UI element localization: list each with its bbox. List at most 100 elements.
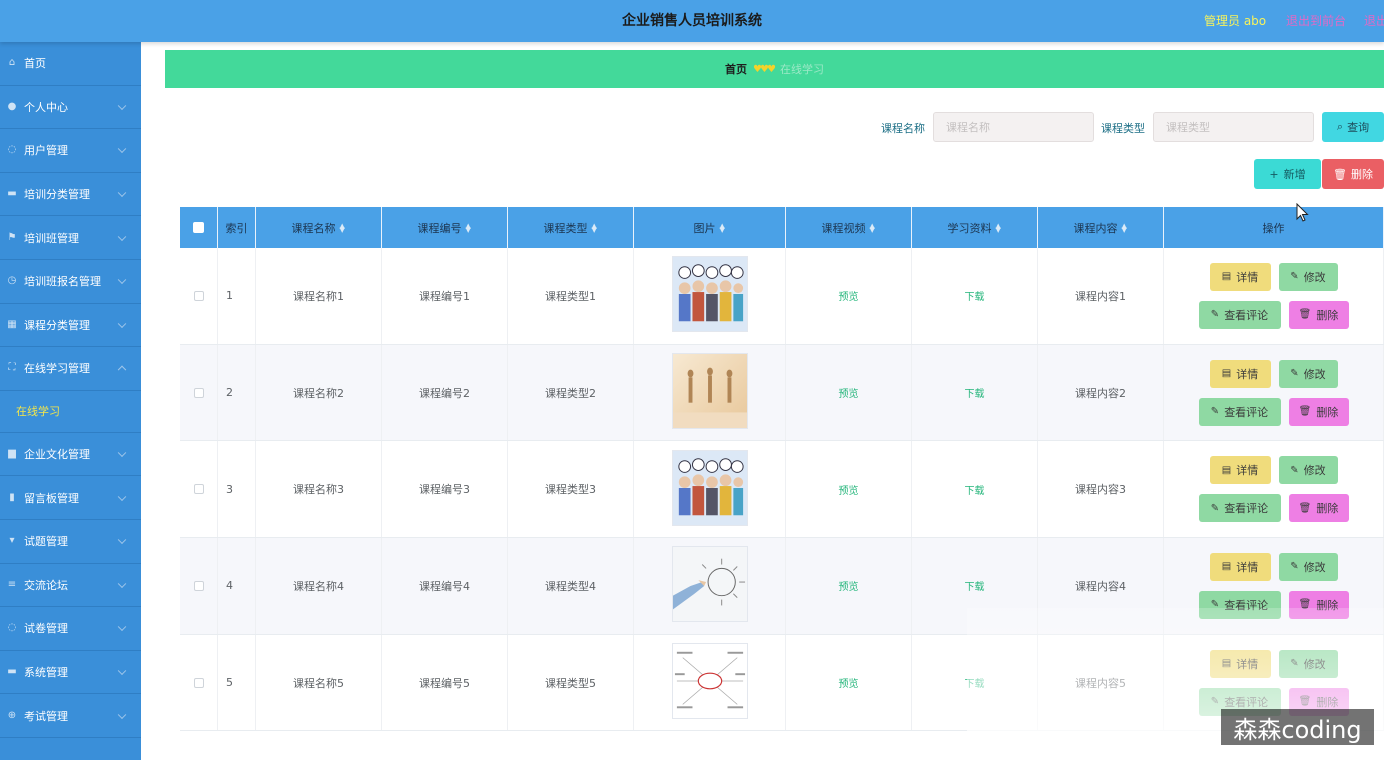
download-link[interactable]: 下载 bbox=[965, 675, 985, 690]
content-cell: 课程内容5 bbox=[1038, 634, 1164, 731]
edit-button[interactable]: ✎ 修改 bbox=[1278, 456, 1338, 485]
sidebar-item-course-category[interactable]: ▦ 课程分类管理 bbox=[0, 304, 141, 348]
sidebar-item-class-signup[interactable]: ◷ 培训班报名管理 bbox=[0, 260, 141, 304]
course-name-input[interactable] bbox=[933, 112, 1094, 142]
col-header-video[interactable]: 课程视频 ▲ ▼ bbox=[786, 207, 912, 248]
row-select-cell bbox=[180, 344, 218, 441]
chart-icon: ▮ bbox=[9, 491, 15, 503]
detail-button[interactable]: ▤ 详情 bbox=[1209, 262, 1271, 291]
index-cell: 1 bbox=[218, 248, 256, 344]
sidebar-item-system[interactable]: ▬ 系统管理 bbox=[0, 651, 141, 695]
course-thumbnail[interactable] bbox=[671, 546, 748, 625]
detail-button[interactable]: ▤ 详情 bbox=[1209, 456, 1271, 485]
download-link[interactable]: 下载 bbox=[965, 578, 985, 593]
col-header-image[interactable]: 图片 ▲ ▼ bbox=[634, 207, 786, 248]
sidebar-item-papers[interactable]: ◌ 试卷管理 bbox=[0, 607, 141, 651]
col-header-material[interactable]: 学习资料 ▲ ▼ bbox=[912, 207, 1038, 248]
logout-link[interactable]: 退出登录 bbox=[1364, 0, 1384, 42]
course-type-input[interactable] bbox=[1153, 112, 1314, 142]
detail-button[interactable]: ▤ 详情 bbox=[1209, 552, 1271, 581]
breadcrumb-home[interactable]: 首页 bbox=[725, 61, 747, 77]
trash-icon: 🗑 bbox=[1298, 309, 1312, 321]
download-link[interactable]: 下载 bbox=[965, 482, 985, 497]
detail-button[interactable]: ▤ 详情 bbox=[1209, 649, 1271, 678]
sidebar-item-personal-center[interactable]: ● 个人中心 bbox=[0, 86, 141, 130]
preview-link[interactable]: 预览 bbox=[839, 482, 859, 497]
pencil-icon: ✎ bbox=[1290, 464, 1299, 476]
course-thumbnail[interactable] bbox=[671, 256, 748, 335]
row-checkbox[interactable] bbox=[193, 387, 204, 398]
row-checkbox[interactable] bbox=[193, 677, 204, 688]
grid-icon: ▦ bbox=[7, 318, 17, 330]
user-icon: ● bbox=[7, 100, 17, 112]
chevron-down-icon bbox=[117, 145, 127, 154]
view-comments-label: 查看评论 bbox=[1224, 695, 1269, 709]
preview-link[interactable]: 预览 bbox=[839, 578, 859, 593]
sort-icon[interactable]: ▲ ▼ bbox=[720, 222, 726, 233]
image-cell bbox=[634, 538, 786, 634]
sidebar-subitem-online-learning[interactable]: 在线学习 bbox=[0, 390, 141, 433]
sort-icon[interactable]: ▲ ▼ bbox=[1122, 222, 1128, 233]
sidebar-item-training-class[interactable]: ⚑ 培训班管理 bbox=[0, 216, 141, 260]
document-icon: ▤ bbox=[1221, 561, 1232, 573]
row-delete-button[interactable]: 🗑 删除 bbox=[1288, 494, 1349, 523]
edit-button[interactable]: ✎ 修改 bbox=[1278, 649, 1338, 678]
sidebar-item-users[interactable]: ◌ 用户管理 bbox=[0, 129, 141, 173]
code-cell: 课程编号5 bbox=[382, 634, 508, 731]
sidebar-item-corporate-culture[interactable]: ▆ 企业文化管理 bbox=[0, 433, 141, 477]
sort-icon[interactable]: ▲ ▼ bbox=[870, 222, 876, 233]
sort-icon[interactable]: ▲ ▼ bbox=[466, 222, 472, 233]
view-comments-button[interactable]: ✎ 查看评论 bbox=[1198, 590, 1281, 619]
sidebar-item-questions[interactable]: ▾ 试题管理 bbox=[0, 520, 141, 564]
col-header-name[interactable]: 课程名称 ▲ ▼ bbox=[256, 207, 382, 248]
detail-button[interactable]: ▤ 详情 bbox=[1209, 359, 1271, 388]
preview-link[interactable]: 预览 bbox=[839, 675, 859, 690]
sidebar-item-training-category[interactable]: ▬ 培训分类管理 bbox=[0, 173, 141, 217]
download-link[interactable]: 下载 bbox=[965, 385, 985, 400]
view-comments-button[interactable]: ✎ 查看评论 bbox=[1198, 300, 1281, 329]
detail-label: 详情 bbox=[1236, 270, 1259, 284]
view-comments-button[interactable]: ✎ 查看评论 bbox=[1198, 494, 1281, 523]
heart-separator-icon: ♥♥♥ bbox=[753, 63, 776, 75]
course-thumbnail[interactable] bbox=[671, 643, 748, 722]
col-header-content[interactable]: 课程内容 ▲ ▼ bbox=[1038, 207, 1164, 248]
sidebar-item-online-learning-mgmt[interactable]: ⛶ 在线学习管理 bbox=[0, 347, 141, 391]
row-checkbox[interactable] bbox=[193, 484, 204, 495]
col-header-type[interactable]: 课程类型 ▲ ▼ bbox=[508, 207, 634, 248]
row-select-cell bbox=[180, 634, 218, 731]
row-checkbox[interactable] bbox=[193, 290, 204, 301]
view-comments-button[interactable]: ✎ 查看评论 bbox=[1198, 397, 1281, 426]
download-link[interactable]: 下载 bbox=[965, 288, 985, 303]
chevron-down-icon bbox=[117, 710, 127, 719]
sidebar-item-home[interactable]: ⌂ 首页 bbox=[0, 42, 141, 86]
query-button[interactable]: ⌕ 查询 bbox=[1322, 112, 1384, 142]
sidebar-item-forum[interactable]: ≡ 交流论坛 bbox=[0, 564, 141, 608]
col-header-code[interactable]: 课程编号 ▲ ▼ bbox=[382, 207, 508, 248]
edit-button[interactable]: ✎ 修改 bbox=[1278, 552, 1338, 581]
document-icon: ▤ bbox=[1221, 368, 1232, 380]
index-cell: 2 bbox=[218, 344, 256, 441]
video-cell: 预览 bbox=[786, 634, 912, 731]
row-delete-button[interactable]: 🗑 删除 bbox=[1288, 397, 1349, 426]
back-to-front-link[interactable]: 退出到前台 bbox=[1286, 0, 1346, 42]
edit-button[interactable]: ✎ 修改 bbox=[1278, 262, 1338, 291]
sidebar-item-exams[interactable]: ⊕ 考试管理 bbox=[0, 694, 141, 738]
edit-button[interactable]: ✎ 修改 bbox=[1278, 359, 1338, 388]
bulk-delete-label: 删除 bbox=[1350, 168, 1373, 181]
row-checkbox[interactable] bbox=[193, 580, 204, 591]
row-delete-button[interactable]: 🗑 删除 bbox=[1288, 590, 1349, 619]
preview-link[interactable]: 预览 bbox=[839, 288, 859, 303]
add-button[interactable]: + 新增 bbox=[1254, 159, 1321, 189]
sidebar-item-message-board[interactable]: ▮ 留言板管理 bbox=[0, 476, 141, 520]
course-thumbnail[interactable] bbox=[671, 449, 748, 529]
preview-link[interactable]: 预览 bbox=[839, 385, 859, 400]
sort-icon[interactable]: ▲ ▼ bbox=[996, 222, 1002, 233]
bulk-delete-button[interactable]: 🗑 删除 bbox=[1322, 159, 1384, 189]
col-header-label: 图片 bbox=[693, 221, 716, 235]
sort-icon[interactable]: ▲ ▼ bbox=[592, 222, 598, 233]
image-cell bbox=[634, 441, 786, 538]
select-all-checkbox[interactable] bbox=[193, 222, 204, 233]
row-delete-button[interactable]: 🗑 删除 bbox=[1288, 300, 1349, 329]
course-thumbnail[interactable] bbox=[671, 353, 748, 432]
sort-icon[interactable]: ▲ ▼ bbox=[340, 222, 346, 233]
